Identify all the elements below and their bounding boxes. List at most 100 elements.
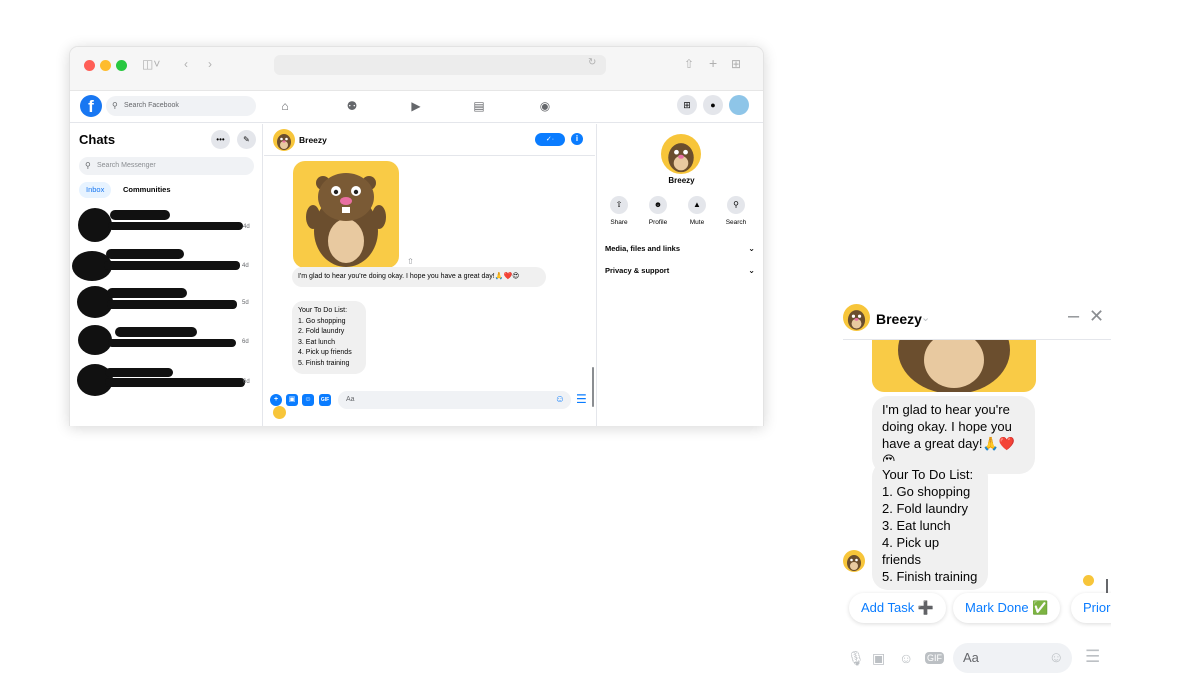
- widget-message-input[interactable]: Aa ☺: [953, 643, 1072, 673]
- chat-list-item[interactable]: 4d: [72, 249, 258, 283]
- input-placeholder: Aa: [346, 396, 355, 403]
- minimize-window-button[interactable]: [100, 60, 111, 71]
- todo-line: 3. Eat lunch: [882, 518, 951, 533]
- conversation-name[interactable]: Breezy: [299, 135, 327, 145]
- message-input[interactable]: Aa ☺: [338, 391, 571, 409]
- chat-time: 4d: [243, 224, 250, 230]
- image-icon[interactable]: ▣: [872, 650, 885, 667]
- home-icon[interactable]: ⌂: [277, 98, 293, 114]
- bell-icon: ▲: [688, 196, 706, 214]
- conversation-pane: Breezy ✓· i ⇧ I'm glad to hear you're do…: [264, 124, 595, 426]
- plus-icon[interactable]: +: [270, 394, 282, 406]
- chat-list-item[interactable]: 6d: [77, 364, 258, 398]
- messenger-search-input[interactable]: ⚲ Search Messenger: [79, 157, 254, 175]
- media-files-row[interactable]: Media, files and links ⌄: [605, 244, 755, 253]
- sticker-icon[interactable]: ☺: [302, 394, 314, 406]
- priority-quick-reply[interactable]: Priori: [1071, 593, 1111, 623]
- marketplace-icon[interactable]: ▤: [471, 98, 487, 114]
- more-options-icon[interactable]: •••: [211, 130, 230, 149]
- mark-done-quick-reply[interactable]: Mark Done ✅: [953, 593, 1061, 623]
- profile-action[interactable]: ☻ Profile: [639, 196, 677, 226]
- gif-icon[interactable]: GIF: [319, 394, 331, 406]
- facebook-search-input[interactable]: ⚲ Search Facebook: [106, 96, 256, 116]
- share-action[interactable]: ⇧ Share: [600, 196, 638, 226]
- menu-grid-icon[interactable]: ⊞: [677, 95, 697, 115]
- redaction-mark: [108, 339, 236, 347]
- gif-icon[interactable]: GIF: [925, 652, 944, 664]
- todo-list-bubble: Your To Do List: 1. Go shopping 2. Fold …: [872, 461, 988, 590]
- redaction-mark: [78, 208, 112, 242]
- tab-overview-icon[interactable]: ⊞: [731, 57, 741, 71]
- todo-line: 5. Finish training: [882, 569, 978, 584]
- image-icon[interactable]: ▣: [286, 394, 298, 406]
- chat-time: 5d: [242, 300, 249, 306]
- share-icon[interactable]: ⇧: [684, 57, 694, 71]
- zoom-window-button[interactable]: [116, 60, 127, 71]
- add-task-quick-reply[interactable]: Add Task ➕: [849, 593, 947, 623]
- back-icon[interactable]: ‹: [184, 57, 188, 71]
- menu-icon[interactable]: ☰: [576, 392, 587, 406]
- chat-time: 6d: [243, 379, 250, 385]
- chevron-down-icon: ⌄: [748, 266, 755, 275]
- sidebar-toggle-icon[interactable]: ◫˅: [142, 57, 160, 71]
- todo-line: 2. Fold laundry: [882, 501, 968, 516]
- tab-communities[interactable]: Communities: [123, 182, 171, 198]
- redaction-mark: [107, 300, 237, 309]
- search-placeholder: Search Facebook: [124, 102, 179, 109]
- emoji-icon[interactable]: ☺: [555, 391, 565, 409]
- new-message-icon[interactable]: ✎: [237, 130, 256, 149]
- action-label: Mute: [689, 219, 705, 226]
- todo-list-bubble: Your To Do List: 1. Go shopping 2. Fold …: [292, 301, 366, 374]
- close-icon[interactable]: ✕: [1089, 306, 1104, 327]
- todo-line: 4. Pick up friends: [882, 535, 940, 567]
- notifications-icon[interactable]: ●: [703, 95, 723, 115]
- reload-icon[interactable]: ↻: [588, 57, 596, 68]
- message-composer: + ▣ ☺ GIF Aa ☺ ☰: [264, 388, 595, 413]
- facebook-logo-icon[interactable]: f: [80, 95, 102, 117]
- chat-list-item[interactable]: 6d: [78, 325, 258, 359]
- chats-title: Chats: [79, 132, 116, 147]
- redaction-mark: [110, 210, 170, 220]
- minimize-icon[interactable]: –: [1068, 305, 1079, 328]
- share-message-icon[interactable]: ⇧: [407, 257, 414, 266]
- widget-contact-name[interactable]: Breezy: [876, 311, 922, 327]
- sticker-icon[interactable]: ☺: [899, 650, 913, 666]
- groups-icon[interactable]: ◉: [537, 98, 553, 114]
- redaction-mark: [104, 261, 240, 270]
- redaction-mark: [105, 378, 245, 387]
- new-tab-icon[interactable]: +: [709, 55, 717, 71]
- search-action[interactable]: ⚲ Search: [717, 196, 755, 226]
- forward-icon[interactable]: ›: [208, 57, 212, 71]
- row-label: Media, files and links: [605, 244, 681, 253]
- close-window-button[interactable]: [84, 60, 95, 71]
- bot-avatar[interactable]: [843, 304, 870, 331]
- tab-inbox[interactable]: Inbox: [79, 182, 112, 198]
- friends-icon[interactable]: ⚉: [344, 98, 360, 114]
- todo-line: 1. Go shopping: [298, 317, 346, 325]
- search-icon: ⚲: [727, 196, 745, 214]
- chats-sidebar: Chats ••• ✎ ⚲ Search Messenger Inbox Com…: [70, 124, 263, 426]
- seen-avatar: [1083, 575, 1094, 586]
- chat-list-item[interactable]: 5d: [77, 286, 258, 320]
- bot-avatar[interactable]: [273, 129, 295, 151]
- chevron-down-icon[interactable]: ⌄: [921, 311, 930, 324]
- emoji-icon[interactable]: ☺: [1049, 643, 1064, 673]
- address-bar[interactable]: [274, 55, 606, 75]
- bot-avatar-small: [843, 550, 865, 572]
- mute-action[interactable]: ▲ Mute: [678, 196, 716, 226]
- browser-toolbar: ◫˅ ‹ › ◐ ↻ ⇧ + ⊞: [70, 47, 763, 91]
- watch-icon[interactable]: ▶: [408, 98, 424, 114]
- account-avatar[interactable]: [729, 95, 749, 115]
- todo-line: 2. Fold laundry: [298, 328, 345, 335]
- microphone-icon[interactable]: 🎙: [847, 650, 865, 667]
- info-icon[interactable]: i: [571, 133, 583, 145]
- privacy-support-row[interactable]: Privacy & support ⌄: [605, 266, 755, 275]
- menu-icon[interactable]: ☰: [1085, 647, 1100, 667]
- redaction-mark: [107, 288, 187, 298]
- widget-header: Breezy ⌄ – ✕: [843, 296, 1111, 340]
- browser-window: ◫˅ ‹ › ◐ ↻ ⇧ + ⊞ f ⚲ Search Facebook ⌂ ⚉…: [69, 46, 764, 426]
- chat-widget: Breezy ⌄ – ✕ I'm glad to hear you're doi…: [843, 296, 1111, 681]
- chat-list-item[interactable]: 4d: [78, 208, 258, 242]
- profile-name: Breezy: [668, 176, 695, 185]
- verified-toggle-button[interactable]: ✓·: [535, 133, 565, 146]
